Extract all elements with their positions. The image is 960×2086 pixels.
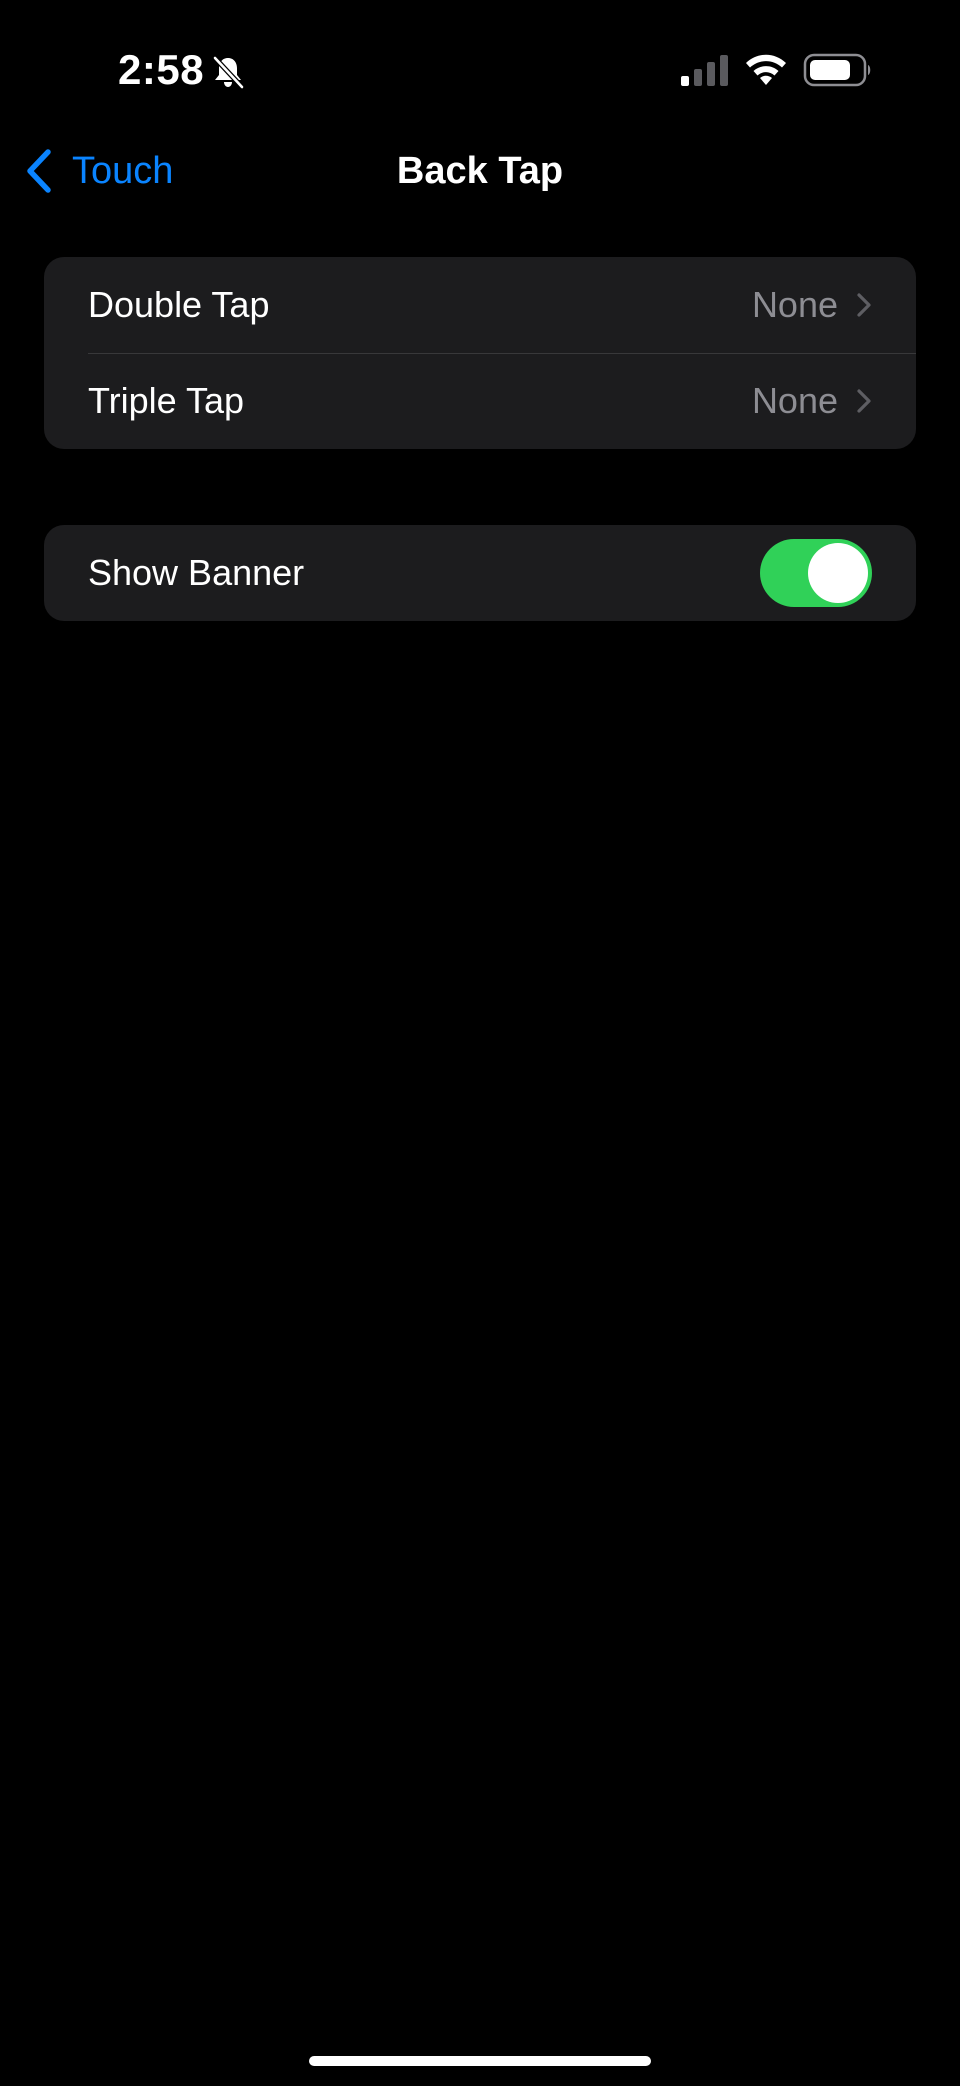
show-banner-label: Show Banner [88, 552, 305, 593]
chevron-right-icon [857, 293, 871, 317]
back-button-label: Touch [72, 150, 174, 192]
triple-tap-value: None [751, 380, 838, 421]
cellular-signal-icon [681, 55, 728, 86]
tap-actions-group: Double Tap None Triple Tap None [44, 257, 916, 449]
status-time: 2:58 [118, 46, 205, 93]
battery-icon [803, 53, 871, 87]
chevron-left-icon [27, 149, 51, 193]
show-banner-group: Show Banner [44, 525, 916, 621]
double-tap-value: None [751, 284, 838, 325]
navigation-bar: Back Tap Touch [0, 140, 960, 202]
double-tap-label: Double Tap [88, 284, 270, 325]
wifi-icon [746, 54, 786, 85]
double-tap-row[interactable]: Double Tap None [44, 257, 916, 353]
status-bar: 2:58 [0, 0, 960, 140]
bell-slash-icon [212, 55, 245, 90]
chevron-right-icon [857, 389, 871, 413]
show-banner-toggle[interactable] [760, 539, 872, 607]
home-indicator[interactable] [309, 2056, 651, 2066]
back-button[interactable]: Touch [24, 140, 173, 202]
triple-tap-label: Triple Tap [88, 380, 245, 421]
toggle-knob [808, 543, 868, 603]
triple-tap-row[interactable]: Triple Tap None [44, 353, 916, 449]
